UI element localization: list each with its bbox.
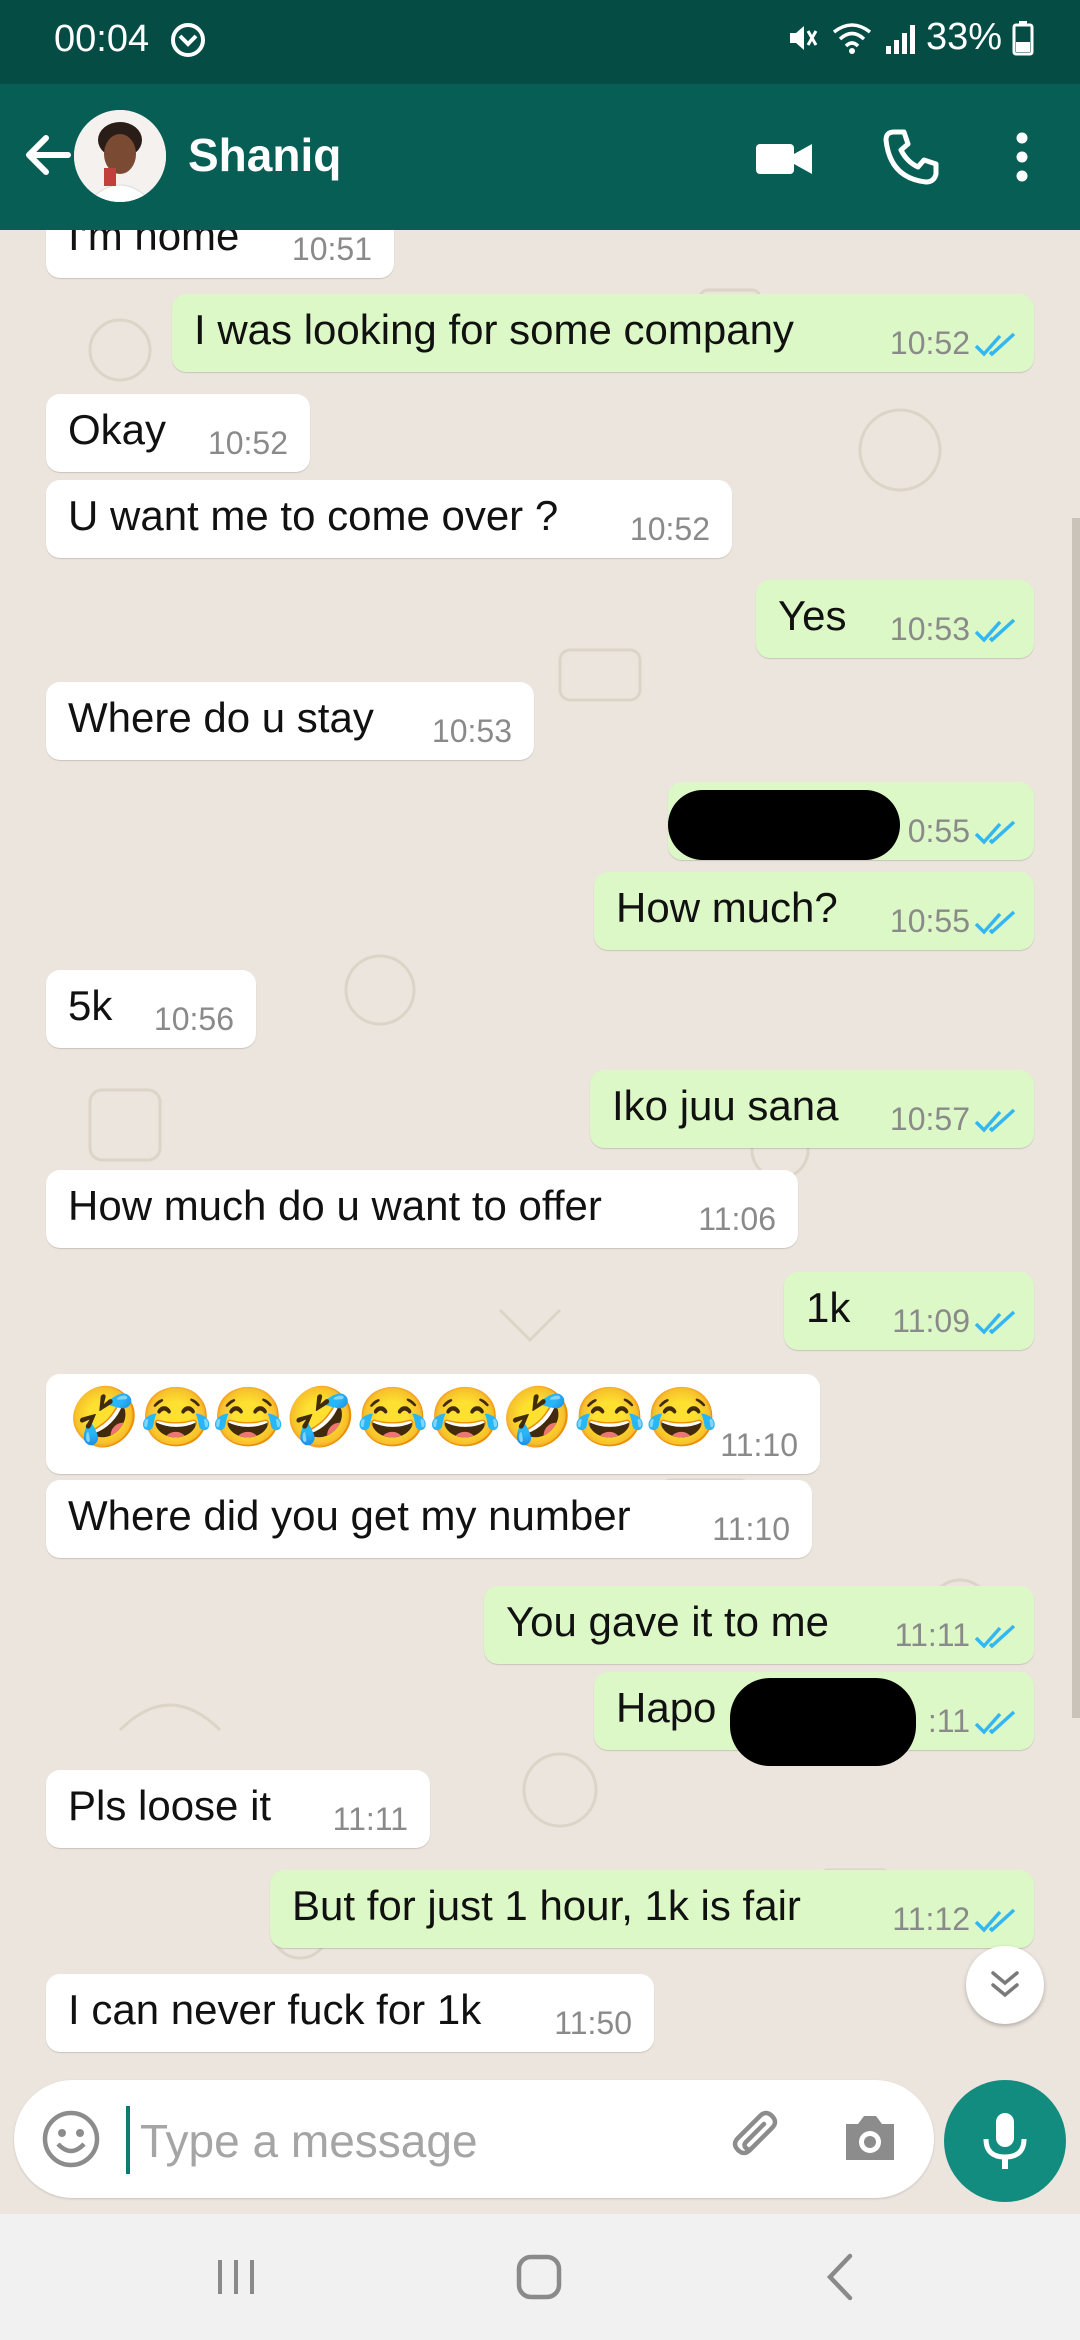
message-outgoing[interactable]: You gave it to me 11:11 — [484, 1586, 1034, 1664]
read-ticks-icon — [974, 1710, 1016, 1735]
message-text: Hapo — [616, 1684, 717, 1731]
message-text: I was looking for some company — [194, 306, 794, 353]
read-ticks-icon — [974, 332, 1016, 357]
message-outgoing[interactable]: 1k 11:09 — [784, 1272, 1034, 1350]
back-arrow-icon[interactable] — [16, 124, 78, 186]
message-outgoing[interactable]: But for just 1 hour, 1k is fair 11:12 — [270, 1870, 1034, 1948]
system-nav-bar — [0, 2214, 1080, 2340]
message-incoming[interactable]: Where do u stay 10:53 — [46, 682, 534, 760]
read-ticks-icon — [974, 1310, 1016, 1335]
scroll-to-bottom-button[interactable] — [966, 1946, 1044, 2024]
battery-icon — [1012, 20, 1034, 55]
message-incoming[interactable]: Pls loose it 11:11 — [46, 1770, 430, 1848]
message-time: 11:12 — [892, 1901, 970, 1937]
message-text: How much do u want to offer — [68, 1182, 602, 1229]
message-time: 11:50 — [554, 2005, 632, 2041]
message-time: 11:10 — [720, 1427, 798, 1463]
video-call-icon[interactable] — [754, 128, 814, 188]
message-outgoing[interactable]: Iko juu sana 10:57 — [590, 1070, 1034, 1148]
message-text: But for just 1 hour, 1k is fair — [292, 1882, 801, 1929]
message-time: 10:53 — [431, 713, 512, 749]
message-text: 1k — [806, 1284, 851, 1331]
message-text: How much? — [616, 884, 838, 931]
read-ticks-icon — [974, 910, 1016, 935]
recent-apps-icon[interactable] — [212, 2252, 260, 2302]
message-time: 10:51 — [291, 231, 372, 267]
message-incoming[interactable]: How much do u want to offer 11:06 — [46, 1170, 798, 1248]
message-time: :11 — [927, 1703, 970, 1739]
vpn-shield-icon — [171, 23, 205, 57]
mute-icon — [789, 25, 818, 50]
status-time: 00:04 — [54, 18, 150, 60]
camera-icon[interactable] — [840, 2110, 900, 2166]
message-time: 10:55 — [889, 903, 970, 939]
text-cursor — [126, 2106, 130, 2174]
home-icon[interactable] — [514, 2252, 564, 2302]
attach-paperclip-icon[interactable] — [724, 2108, 786, 2170]
redaction-mark — [668, 790, 900, 860]
message-incoming[interactable]: I'm home 10:51 — [46, 230, 394, 278]
microphone-icon — [983, 2113, 1027, 2169]
message-text: I'm home — [68, 230, 240, 259]
message-text: 🤣😂😂🤣😂😂🤣😂😂 — [68, 1385, 718, 1450]
message-text: Iko juu sana — [612, 1082, 839, 1129]
read-ticks-icon — [974, 618, 1016, 643]
message-text: 5k — [68, 982, 113, 1029]
message-time: 0:55 — [907, 813, 970, 849]
avatar-image — [74, 110, 166, 202]
voice-message-button[interactable] — [944, 2080, 1066, 2202]
phone-call-icon[interactable] — [880, 126, 942, 188]
chat-header: Shaniq — [0, 84, 1080, 230]
message-incoming[interactable]: 🤣😂😂🤣😂😂🤣😂😂 11:10 — [46, 1374, 820, 1474]
message-text: U want me to come over ? — [68, 492, 559, 539]
message-time: 11:10 — [712, 1511, 790, 1547]
message-time: 10:52 — [889, 325, 970, 361]
message-time: 10:57 — [889, 1101, 970, 1137]
message-time: 11:11 — [332, 1801, 408, 1837]
message-text: You gave it to me — [506, 1598, 829, 1645]
message-time: 11:09 — [892, 1303, 970, 1339]
message-text: Pls loose it — [68, 1782, 272, 1829]
redaction-mark — [730, 1678, 916, 1766]
message-input[interactable]: Type a message — [140, 2114, 478, 2168]
contact-name[interactable]: Shaniq — [188, 128, 341, 182]
message-incoming[interactable]: Where did you get my number 11:10 — [46, 1480, 812, 1558]
chat-area[interactable]: I'm home 10:51 I was looking for some co… — [0, 230, 1080, 2080]
message-incoming[interactable]: U want me to come over ? 10:52 — [46, 480, 732, 558]
emoji-icon[interactable] — [40, 2108, 102, 2170]
message-time: 11:06 — [698, 1201, 776, 1237]
double-chevron-down-icon — [991, 1971, 1019, 1998]
message-text: Yes — [778, 592, 847, 639]
message-time: 10:52 — [207, 425, 288, 461]
message-time: 10:52 — [629, 511, 710, 547]
message-text: I can never fuck for 1k — [68, 1986, 482, 2033]
scrollbar[interactable] — [1072, 518, 1080, 1718]
message-outgoing[interactable]: I was looking for some company 10:52 — [172, 294, 1034, 372]
message-composer[interactable]: Type a message — [14, 2080, 934, 2198]
message-incoming[interactable]: I can never fuck for 1k 11:50 — [46, 1974, 654, 2052]
message-incoming[interactable]: 5k 10:56 — [46, 970, 256, 1048]
status-bar: 00:04 33% — [0, 0, 1080, 84]
back-nav-icon[interactable] — [820, 2250, 860, 2304]
wifi-icon — [832, 22, 872, 54]
read-ticks-icon — [974, 1108, 1016, 1133]
message-time: 10:53 — [889, 611, 970, 647]
message-incoming[interactable]: Okay 10:52 — [46, 394, 310, 472]
battery-percent: 33% — [925, 16, 1002, 58]
signal-icon — [885, 24, 915, 54]
read-ticks-icon — [974, 1908, 1016, 1933]
message-text: Where did you get my number — [68, 1492, 631, 1539]
read-ticks-icon — [974, 820, 1016, 845]
message-outgoing[interactable]: How much? 10:55 — [594, 872, 1034, 950]
message-time: 11:11 — [894, 1617, 970, 1653]
message-text: Where do u stay — [68, 694, 374, 741]
message-time: 10:56 — [153, 1001, 234, 1037]
status-right: 33% — [784, 16, 1034, 59]
read-ticks-icon — [974, 1624, 1016, 1649]
message-text: Okay — [68, 406, 167, 453]
contact-avatar[interactable] — [74, 110, 166, 202]
message-outgoing[interactable]: Yes 10:53 — [756, 580, 1034, 658]
more-options-icon[interactable] — [1000, 126, 1044, 188]
